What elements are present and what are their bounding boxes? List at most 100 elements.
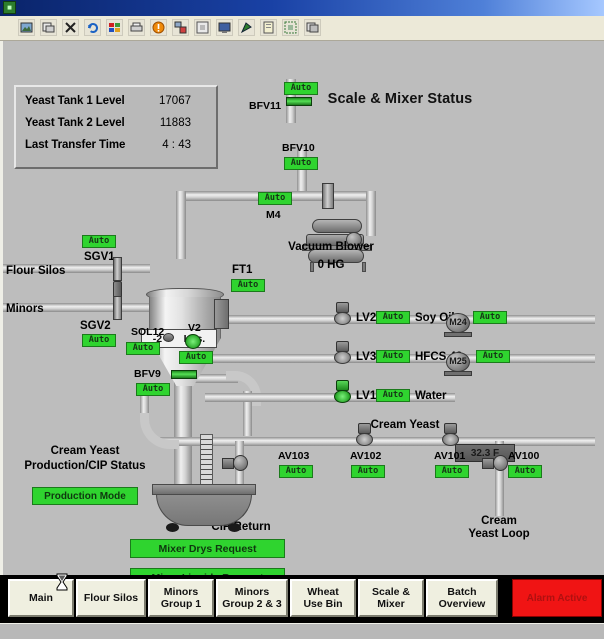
alarm-active-button[interactable]: Alarm Active bbox=[512, 579, 602, 617]
status-badge-av102[interactable]: Auto bbox=[351, 465, 385, 478]
navigation-bar: Main Flour Silos Minors Group 1 Minors Gro… bbox=[0, 575, 604, 623]
valve-sgv1[interactable] bbox=[113, 257, 122, 281]
line-label-cream-yeast: Cream Yeast bbox=[370, 419, 440, 431]
device-label-sgv2: SGV2 bbox=[80, 320, 111, 332]
status-badge-v2[interactable]: Auto bbox=[179, 351, 213, 364]
pump-impeller bbox=[233, 455, 248, 471]
valve-v2[interactable] bbox=[185, 334, 201, 349]
status-bar bbox=[0, 623, 604, 639]
valve-av101[interactable] bbox=[442, 433, 459, 446]
info-label: Yeast Tank 2 Level bbox=[25, 117, 125, 129]
cut-tools-icon[interactable] bbox=[62, 19, 79, 36]
nav-button-scale-mixer[interactable]: Scale & Mixer bbox=[358, 579, 424, 617]
nav-label-line2: Group 2 & 3 bbox=[222, 598, 282, 610]
valve-lv3[interactable] bbox=[334, 351, 351, 364]
alarm-icon[interactable] bbox=[150, 19, 167, 36]
mimic-canvas: Yeast Tank 1 Level 17067 Yeast Tank 2 Le… bbox=[0, 41, 604, 587]
selection-icon[interactable] bbox=[282, 19, 299, 36]
device-label-lv2: LV2 bbox=[356, 312, 377, 324]
status-badge-bfv11[interactable]: Auto bbox=[284, 82, 318, 95]
copy-window-icon[interactable] bbox=[304, 19, 321, 36]
info-label: Last Transfer Time bbox=[25, 139, 126, 151]
status-badge-m25[interactable]: Auto bbox=[476, 350, 510, 363]
valve-sol12[interactable] bbox=[163, 333, 174, 342]
printer-icon[interactable] bbox=[128, 19, 145, 36]
info-row-2: Yeast Tank 2 Level 11883 bbox=[25, 117, 209, 137]
line-label-cream-yeast-loop: Cream Yeast Loop bbox=[468, 515, 530, 540]
pump-av100[interactable] bbox=[482, 455, 508, 471]
info-value: 17067 bbox=[159, 95, 191, 107]
image-icon[interactable] bbox=[18, 19, 35, 36]
pump-m24[interactable]: M24 bbox=[444, 313, 472, 339]
valve-lv1[interactable] bbox=[334, 390, 351, 403]
nav-button-minors-group-2-3[interactable]: Minors Group 2 & 3 bbox=[216, 579, 288, 617]
device-label-lv1: LV1 bbox=[356, 390, 377, 402]
client-left-bevel bbox=[0, 41, 3, 575]
nav-button-flour-silos[interactable]: Flour Silos bbox=[76, 579, 146, 617]
nav-label: Main bbox=[29, 592, 53, 604]
inlet-label-minors: Minors bbox=[6, 303, 44, 315]
device-label-sol12: SOL12 bbox=[131, 326, 165, 338]
service-label-water: Water bbox=[415, 390, 447, 402]
pump-av103[interactable] bbox=[222, 455, 248, 471]
status-badge-bfv9[interactable]: Auto bbox=[136, 383, 170, 396]
page-title: Scale & Mixer Status bbox=[327, 91, 473, 107]
vacuum-blower-title: Vacuum Blower bbox=[288, 241, 374, 253]
pump-m25[interactable]: M25 bbox=[444, 352, 472, 378]
valve-av102[interactable] bbox=[356, 433, 373, 446]
network-icon[interactable] bbox=[172, 19, 189, 36]
cip-status-title-line2: Production/CIP Status bbox=[24, 460, 146, 472]
mixer-drys-request-button[interactable]: Mixer Drys Request bbox=[130, 539, 285, 558]
status-badge-lv3[interactable]: Auto bbox=[376, 350, 410, 363]
nav-button-minors-group-1[interactable]: Minors Group 1 bbox=[148, 579, 214, 617]
refresh-icon[interactable] bbox=[84, 19, 101, 36]
status-badge-m4[interactable]: Auto bbox=[258, 192, 292, 205]
new-window-icon[interactable] bbox=[40, 19, 57, 36]
status-badge-sol12[interactable]: Auto bbox=[126, 342, 160, 355]
nav-label-line1: Minors bbox=[163, 586, 199, 598]
info-row-1: Yeast Tank 1 Level 17067 bbox=[25, 95, 209, 115]
mixer-wheel bbox=[228, 523, 241, 532]
device-label-av103: AV103 bbox=[278, 450, 310, 462]
device-label-bfv11: BFV11 bbox=[249, 100, 282, 112]
device-label-bfv9: BFV9 bbox=[134, 368, 161, 380]
status-badge-lv2[interactable]: Auto bbox=[376, 311, 410, 324]
pen-arrow-icon[interactable] bbox=[238, 19, 255, 36]
valve-bfv9[interactable] bbox=[171, 370, 197, 379]
pump-base bbox=[444, 371, 472, 376]
status-badge-av100[interactable]: Auto bbox=[508, 465, 542, 478]
device-label-av102: AV102 bbox=[350, 450, 382, 462]
status-badge-sgv2[interactable]: Auto bbox=[82, 334, 116, 347]
status-badge-lv1[interactable]: Auto bbox=[376, 389, 410, 402]
nav-label-line1: Minors bbox=[234, 586, 270, 598]
status-badge-bfv10[interactable]: Auto bbox=[284, 157, 318, 170]
valve-sgv2[interactable] bbox=[113, 296, 122, 320]
windows-icon[interactable] bbox=[106, 19, 123, 36]
status-badge-m24[interactable]: Auto bbox=[473, 311, 507, 324]
pipe-tank-riser bbox=[176, 191, 186, 259]
info-label: Yeast Tank 1 Level bbox=[25, 95, 125, 107]
valve-bfv10[interactable] bbox=[322, 183, 334, 209]
status-badge-av101[interactable]: Auto bbox=[435, 465, 469, 478]
inlet-label-flour-silos: Flour Silos bbox=[6, 265, 66, 277]
app-icon: ■ bbox=[3, 1, 16, 14]
valve-lv2[interactable] bbox=[334, 312, 351, 325]
production-mode-indicator[interactable]: Production Mode bbox=[32, 487, 138, 505]
nav-label-line1: Wheat bbox=[307, 586, 339, 598]
monitor-icon[interactable] bbox=[216, 19, 233, 36]
status-badge-sgv1[interactable]: Auto bbox=[82, 235, 116, 248]
pump-impeller bbox=[493, 455, 508, 471]
status-badge-ft1[interactable]: Auto bbox=[231, 279, 265, 292]
nav-label: Flour Silos bbox=[83, 592, 139, 604]
nav-button-wheat-use-bin[interactable]: Wheat Use Bin bbox=[290, 579, 356, 617]
nav-button-batch-overview[interactable]: Batch Overview bbox=[426, 579, 498, 617]
hourglass-cursor-icon bbox=[56, 573, 68, 591]
mixer-vessel bbox=[152, 484, 256, 532]
fullscreen-icon[interactable] bbox=[194, 19, 211, 36]
note-icon[interactable] bbox=[260, 19, 277, 36]
device-label-av101: AV101 bbox=[434, 450, 466, 462]
info-row-3: Last Transfer Time 4 : 43 bbox=[25, 139, 209, 159]
ft1-transmitter bbox=[214, 299, 229, 329]
valve-bfv11[interactable] bbox=[286, 97, 312, 106]
status-badge-av103[interactable]: Auto bbox=[279, 465, 313, 478]
